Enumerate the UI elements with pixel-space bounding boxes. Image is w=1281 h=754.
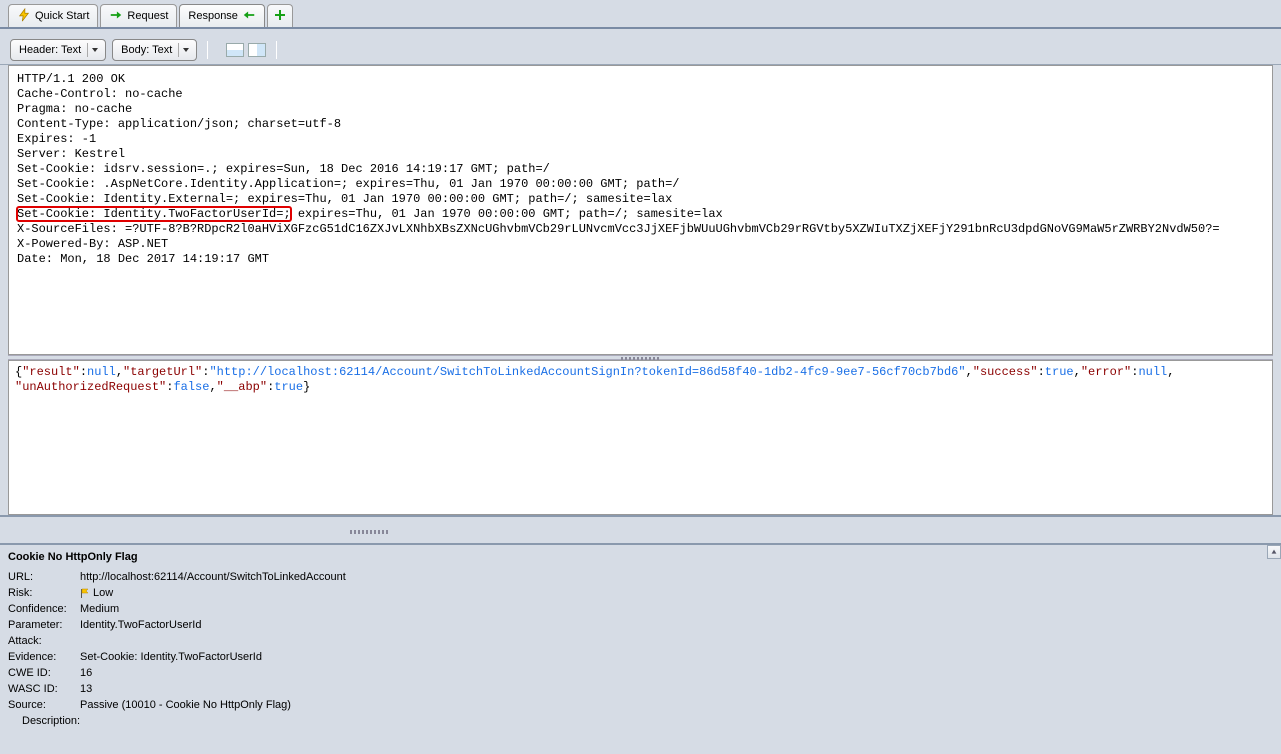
value-evidence: Set-Cookie: Identity.TwoFactorUserId <box>80 649 352 665</box>
label-parameter: Parameter: <box>8 617 80 633</box>
tab-label: Response <box>188 10 238 22</box>
dropdown-label: Header: Text <box>19 44 81 56</box>
label-source: Source: <box>8 697 80 713</box>
label-evidence: Evidence: <box>8 649 80 665</box>
json-key: "result" <box>22 365 80 379</box>
content-panel: HTTP/1.1 200 OK Cache-Control: no-cache … <box>0 65 1281 515</box>
label-wasc: WASC ID: <box>8 681 80 697</box>
header-line: Cache-Control: no-cache <box>17 87 1264 102</box>
json-val: true <box>1045 365 1074 379</box>
header-line: Set-Cookie: .AspNetCore.Identity.Applica… <box>17 177 1264 192</box>
json-key: "success" <box>973 365 1038 379</box>
risk-text: Low <box>93 587 113 599</box>
value-parameter: Identity.TwoFactorUserId <box>80 617 352 633</box>
label-risk: Risk: <box>8 585 80 601</box>
separator <box>276 41 277 59</box>
value-risk: Low <box>80 585 352 601</box>
header-line: Expires: -1 <box>17 132 1264 147</box>
json-val: "http://localhost:62114/Account/SwitchTo… <box>209 365 965 379</box>
label-confidence: Confidence: <box>8 601 80 617</box>
tab-request[interactable]: Request <box>100 4 177 27</box>
body-format-dropdown[interactable]: Body: Text <box>112 39 197 61</box>
value-attack <box>80 633 352 649</box>
response-headers-view[interactable]: HTTP/1.1 200 OK Cache-Control: no-cache … <box>8 65 1273 355</box>
tab-label: Quick Start <box>35 10 89 22</box>
header-format-dropdown[interactable]: Header: Text <box>10 39 106 61</box>
header-line: Server: Kestrel <box>17 147 1264 162</box>
json-val: null <box>87 365 116 379</box>
json-key: "targetUrl" <box>123 365 202 379</box>
json-val: true <box>274 380 303 394</box>
plus-icon <box>274 9 286 24</box>
arrow-right-icon <box>109 8 123 25</box>
main-tabs: Quick Start Request Response <box>0 0 1281 29</box>
header-line: X-SourceFiles: =?UTF-8?B?RDpcR2l0aHViXGF… <box>17 222 1264 237</box>
main-splitter[interactable] <box>0 515 1281 545</box>
header-line: Content-Type: application/json; charset=… <box>17 117 1264 132</box>
tab-response[interactable]: Response <box>179 4 265 27</box>
layout-split-icon[interactable] <box>248 43 266 57</box>
toolbar: Header: Text Body: Text <box>0 35 1281 65</box>
value-confidence: Medium <box>80 601 352 617</box>
tab-quick-start[interactable]: Quick Start <box>8 4 98 27</box>
alert-detail-table: URL:http://localhost:62114/Account/Switc… <box>8 569 352 729</box>
splitter-h[interactable] <box>8 355 1273 360</box>
label-cwe: CWE ID: <box>8 665 80 681</box>
tab-label: Request <box>127 10 168 22</box>
label-description: Description: <box>8 713 352 729</box>
response-body-view[interactable]: {"result":null,"targetUrl":"http://local… <box>8 360 1273 515</box>
label-attack: Attack: <box>8 633 80 649</box>
header-line: Set-Cookie: Identity.External=; expires=… <box>17 192 1264 207</box>
scrollbar[interactable] <box>1267 545 1281 753</box>
header-line: Date: Mon, 18 Dec 2017 14:19:17 GMT <box>17 252 1264 267</box>
layout-single-icon[interactable] <box>226 43 244 57</box>
value-cwe: 16 <box>80 665 352 681</box>
header-line: Set-Cookie: idsrv.session=.; expires=Sun… <box>17 162 1264 177</box>
chevron-down-icon <box>178 43 192 57</box>
value-url: http://localhost:62114/Account/SwitchToL… <box>80 569 352 585</box>
lightning-icon <box>17 8 31 25</box>
label-url: URL: <box>8 569 80 585</box>
flag-icon <box>80 588 90 598</box>
header-line: X-Powered-By: ASP.NET <box>17 237 1264 252</box>
json-key: "unAuthorizedRequest" <box>15 380 166 394</box>
value-wasc: 13 <box>80 681 352 697</box>
tab-add[interactable] <box>267 4 293 27</box>
header-line: HTTP/1.1 200 OK <box>17 72 1264 87</box>
arrow-left-icon <box>242 8 256 25</box>
json-val: false <box>173 380 209 394</box>
separator <box>207 41 208 59</box>
chevron-down-icon <box>87 43 101 57</box>
scroll-up-icon[interactable] <box>1267 545 1281 559</box>
header-line: Pragma: no-cache <box>17 102 1264 117</box>
layout-icons <box>226 43 266 57</box>
json-key: "error" <box>1081 365 1131 379</box>
alert-title: Cookie No HttpOnly Flag <box>8 549 1273 569</box>
json-val: null <box>1138 365 1167 379</box>
json-key: "__abp" <box>217 380 267 394</box>
highlight-box <box>16 206 292 222</box>
header-segment: expires=Thu, 01 Jan 1970 00:00:00 GMT; p… <box>291 207 723 221</box>
alert-detail-panel: Cookie No HttpOnly Flag URL:http://local… <box>0 545 1281 753</box>
value-source: Passive (10010 - Cookie No HttpOnly Flag… <box>80 697 352 713</box>
dropdown-label: Body: Text <box>121 44 172 56</box>
